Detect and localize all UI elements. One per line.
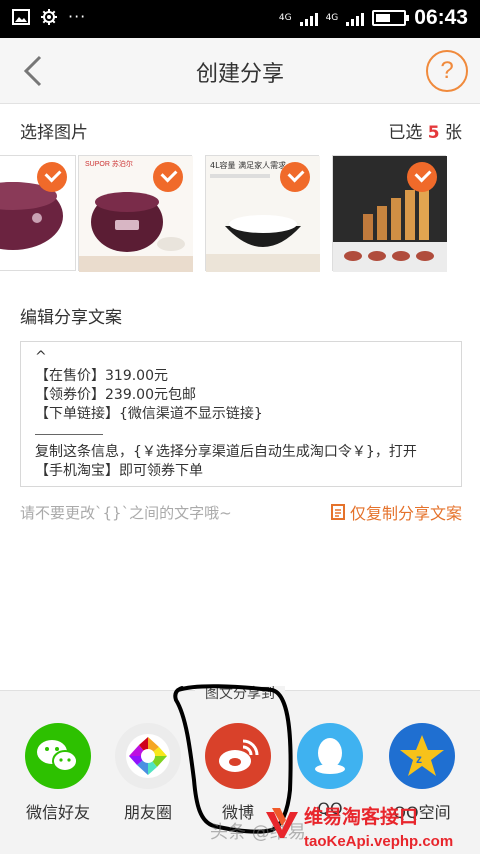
svg-text:z: z <box>416 752 422 766</box>
edit-hint: 请不要更改`{}`之间的文字哦~ <box>20 504 232 522</box>
select-images-header: 选择图片 已选 5 张 <box>20 118 462 143</box>
copy-text-only-label: 仅复制分享文案 <box>349 504 462 523</box>
share-wechat-friends-label: 微信好友 <box>25 803 90 822</box>
share-text-line: 【手机淘宝】即可领券下单 <box>35 463 203 479</box>
signal-icon-2 <box>346 10 365 26</box>
thumbnail-2[interactable]: SUPOR 苏泊尔 <box>78 155 193 272</box>
thumbnail-4[interactable] <box>332 155 447 272</box>
copy-text-only-button[interactable]: 仅复制分享文案 <box>330 500 462 524</box>
page-title: 创建分享 <box>195 62 284 87</box>
share-wechat-friends[interactable]: 微信好友 <box>18 723 98 823</box>
brand-name: 维易淘客接口 <box>304 806 419 828</box>
qq-icon <box>297 723 363 789</box>
checked-icon[interactable] <box>280 162 310 192</box>
vephp-logo-icon <box>266 808 298 838</box>
selected-count: 已选 5 张 <box>388 118 462 143</box>
share-text-line: ^ <box>35 349 47 365</box>
checked-icon[interactable] <box>37 162 67 192</box>
battery-icon <box>372 10 410 26</box>
moments-icon <box>115 723 181 789</box>
selected-count-suffix: 张 <box>445 123 462 143</box>
share-text-line: 复制这条信息，{￥选择分享渠道后自动生成淘口令￥}，打开 <box>35 444 417 460</box>
signal-icon <box>299 10 318 26</box>
status-bar: ··· 4G 4G 06:43 <box>0 0 480 38</box>
wechat-icon <box>25 723 91 789</box>
share-moments[interactable]: 朋友圈 <box>108 723 188 823</box>
image-thumbnails: SUPOR 苏泊尔 4L容量 满足家人需求 <box>0 155 480 273</box>
more-notifications-icon: ··· <box>68 7 87 26</box>
copy-icon <box>330 504 345 520</box>
thumbnail-3-label: 4L容量 满足家人需求 <box>210 160 286 170</box>
screen: ··· 4G 4G 06:43 创建分享 ? 选择图片 已选 5 张 SUPOR… <box>0 0 480 854</box>
share-text-line: 【下单链接】{微信渠道不显示链接} <box>35 406 263 422</box>
share-text-line: 【领券价】239.00元包邮 <box>35 387 196 403</box>
brand-watermark: 维易淘客接口 taoKeApi.vephp.com <box>266 802 474 850</box>
edit-share-text-title: 编辑分享文案 <box>20 308 122 328</box>
share-text-editor[interactable]: ^ 【在售价】319.00元 【领券价】239.00元包邮 【下单链接】{微信渠… <box>20 341 462 487</box>
thumbnail-2-label: SUPOR 苏泊尔 <box>85 159 133 168</box>
weibo-icon <box>205 723 271 789</box>
share-panel-title: 图文分享到 <box>0 683 480 703</box>
brand-url: taoKeApi.vephp.com <box>304 833 454 850</box>
selected-count-prefix: 已选 <box>388 123 423 143</box>
selected-count-number: 5 <box>427 123 440 143</box>
nav-bar: 创建分享 ? <box>0 38 480 104</box>
gear-icon <box>41 9 57 25</box>
checked-icon[interactable] <box>153 162 183 192</box>
network-type: 4G <box>278 13 292 23</box>
checked-icon[interactable] <box>407 162 437 192</box>
share-panel-title-text: 图文分享到 <box>195 686 285 702</box>
status-time: 06:43 <box>414 6 468 29</box>
thumbnail-3[interactable]: 4L容量 满足家人需求 <box>205 155 320 272</box>
help-button[interactable]: ? <box>426 50 468 92</box>
qzone-icon: z <box>389 723 455 789</box>
network-type-2: 4G <box>325 13 339 23</box>
share-text-divider <box>35 434 103 435</box>
select-images-title: 选择图片 <box>20 123 88 143</box>
share-moments-label: 朋友圈 <box>123 803 172 822</box>
share-text-line: 【在售价】319.00元 <box>35 368 168 384</box>
thumbnail-1[interactable] <box>0 155 76 271</box>
image-icon <box>12 9 30 25</box>
